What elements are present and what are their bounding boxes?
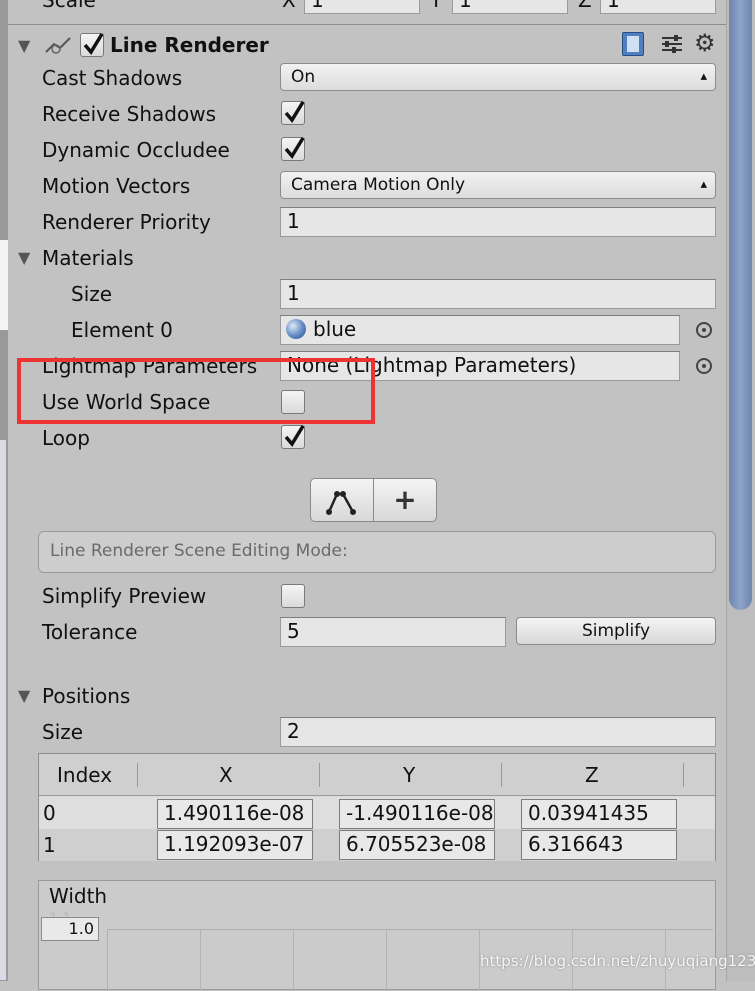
row-index: 1 [43, 833, 56, 857]
material-sphere-icon [286, 319, 306, 339]
object-picker-icon[interactable] [696, 358, 712, 374]
column-divider [319, 763, 320, 787]
edit-points-button[interactable] [310, 478, 374, 522]
tolerance-label: Tolerance [42, 620, 138, 644]
header-z[interactable]: Z [585, 763, 599, 787]
width-curve-panel[interactable]: Width 1.1 1.0 [38, 880, 716, 991]
object-picker-icon[interactable] [696, 322, 712, 338]
materials-size-field[interactable]: 1 [280, 279, 716, 309]
help-book-icon[interactable] [622, 32, 644, 56]
row-y-field[interactable]: -1.490116e-08 [339, 799, 495, 829]
scale-x-axis: X [282, 0, 296, 12]
table-row[interactable]: 1 1.192093e-07 6.705523e-08 6.316643 [39, 829, 715, 861]
table-header: Index X Y Z [39, 754, 715, 796]
preset-sliders-icon[interactable] [660, 32, 684, 56]
dynamic-occludee-checkbox[interactable] [281, 137, 305, 161]
renderer-priority-label: Renderer Priority [42, 210, 211, 234]
column-divider [683, 763, 684, 787]
tolerance-field[interactable]: 5 [280, 617, 506, 647]
cast-shadows-dropdown[interactable]: On ▴ [280, 63, 716, 91]
row-z-field[interactable]: 6.316643 [521, 830, 677, 860]
positions-table: Index X Y Z 0 1.490116e-08 -1.490116e-08… [38, 753, 716, 861]
motion-vectors-label: Motion Vectors [42, 174, 191, 198]
simplify-button[interactable]: Simplify [516, 617, 716, 645]
dynamic-occludee-label: Dynamic Occludee [42, 138, 230, 162]
scene-mode-text: Line Renderer Scene Editing Mode: [50, 541, 348, 561]
scene-mode-box: Line Renderer Scene Editing Mode: [38, 531, 716, 573]
scale-label: Scale [42, 0, 96, 12]
header-y[interactable]: Y [403, 763, 415, 787]
watermark: https://blog.csdn.net/zhuyuqiang1238 [480, 952, 755, 970]
dropdown-arrows-icon: ▴ [700, 69, 707, 84]
element-0-field[interactable]: blue [280, 315, 680, 345]
positions-foldout-arrow[interactable]: ▼ [18, 686, 30, 705]
width-label: Width [49, 884, 108, 908]
scale-x-field[interactable]: 1 [304, 0, 420, 14]
left-edge-white-2 [0, 440, 6, 980]
cast-shadows-value: On [291, 67, 316, 87]
renderer-priority-field[interactable]: 1 [280, 207, 716, 237]
scale-z-field[interactable]: 1 [600, 0, 716, 14]
table-row[interactable]: 0 1.490116e-08 -1.490116e-08 0.03941435 [39, 797, 715, 829]
add-point-button[interactable]: + [373, 478, 437, 522]
element-0-value: blue [313, 317, 357, 341]
line-renderer-icon [44, 34, 72, 56]
positions-size-label: Size [42, 720, 84, 744]
scale-z-axis: Z [578, 0, 592, 12]
edit-points-icon [326, 491, 356, 515]
receive-shadows-label: Receive Shadows [42, 102, 216, 126]
materials-foldout-arrow[interactable]: ▼ [18, 248, 30, 267]
row-y-field[interactable]: 6.705523e-08 [339, 830, 495, 860]
component-enabled-checkbox[interactable] [80, 33, 104, 57]
row-x-field[interactable]: 1.192093e-07 [157, 830, 313, 860]
loop-checkbox[interactable] [281, 425, 305, 449]
materials-label: Materials [42, 246, 134, 270]
header-index[interactable]: Index [57, 763, 112, 787]
component-title: Line Renderer [110, 33, 269, 57]
scale-y-field[interactable]: 1 [452, 0, 568, 14]
materials-size-label: Size [71, 282, 113, 306]
row-x-field[interactable]: 1.490116e-08 [157, 799, 313, 829]
cast-shadows-label: Cast Shadows [42, 66, 183, 90]
element-0-label: Element 0 [71, 318, 173, 342]
column-divider [137, 763, 138, 787]
settings-gear-icon[interactable]: ⚙⋮ [694, 30, 740, 56]
positions-label: Positions [42, 684, 131, 708]
positions-size-field[interactable]: 2 [280, 717, 716, 747]
receive-shadows-checkbox[interactable] [281, 101, 305, 125]
column-divider [501, 763, 502, 787]
width-value-field[interactable]: 1.0 [41, 917, 99, 941]
component-separator [8, 24, 728, 25]
highlight-box [17, 358, 375, 424]
scrollbar-thumb[interactable] [729, 0, 752, 610]
simplify-preview-checkbox[interactable] [281, 584, 305, 608]
row-index: 0 [43, 801, 56, 825]
row-z-field[interactable]: 0.03941435 [521, 799, 677, 829]
scale-y-axis: Y [430, 0, 443, 12]
left-edge-white-1 [0, 240, 8, 330]
loop-label: Loop [42, 426, 90, 450]
header-x[interactable]: X [219, 763, 233, 787]
motion-vectors-dropdown[interactable]: Camera Motion Only ▴ [280, 171, 716, 199]
component-foldout-arrow[interactable]: ▼ [18, 36, 30, 55]
dropdown-arrows-icon: ▴ [700, 177, 707, 192]
motion-vectors-value: Camera Motion Only [291, 175, 466, 195]
simplify-preview-label: Simplify Preview [42, 584, 207, 608]
